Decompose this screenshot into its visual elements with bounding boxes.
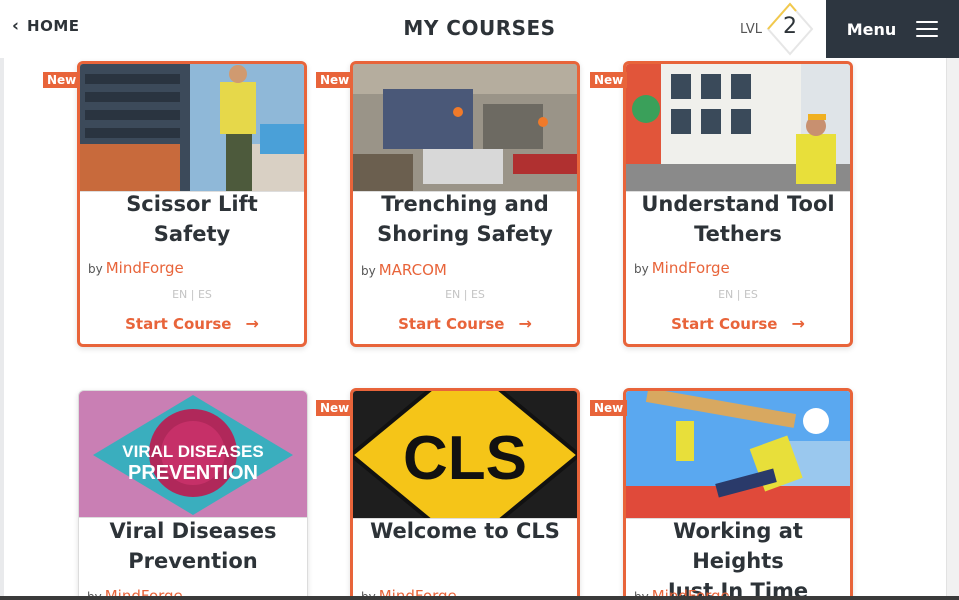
chevron-left-icon: ‹ [12, 16, 20, 36]
home-button[interactable]: ‹ HOME [12, 16, 80, 36]
course-card-working-heights[interactable]: Working at Heights Just In Time by MindFo… [623, 388, 853, 600]
course-thumbnail: CLS [353, 391, 577, 519]
new-badge: New [316, 400, 354, 416]
course-title: Trenching and Shoring Safety [377, 192, 553, 246]
course-thumbnail [80, 64, 304, 192]
level-diamond-icon: 2 [766, 0, 814, 58]
author-link[interactable]: MindForge [652, 259, 730, 277]
menu-button[interactable]: Menu [826, 0, 959, 58]
arrow-right-icon: → [518, 314, 532, 333]
course-author: by MARCOM [361, 261, 447, 279]
thumbnail-text-line2: PREVENTION [128, 462, 258, 484]
level-indicator: LVL 2 [740, 0, 814, 58]
bottom-edge [0, 596, 959, 600]
course-title: Welcome to CLS [370, 519, 560, 543]
course-thumbnail [626, 391, 850, 519]
course-title: Understand Tool Tethers [641, 192, 835, 246]
course-grid[interactable]: New Scissor Lift Safety by MindForge EN … [0, 58, 959, 600]
page-title: MY COURSES [403, 16, 556, 40]
course-thumbnail [353, 64, 577, 192]
course-card-viral-diseases[interactable]: VIRAL DISEASES PREVENTION Viral Diseases… [78, 390, 308, 600]
course-languages: EN | ES [172, 288, 212, 301]
start-course-button[interactable]: Start Course → [353, 314, 577, 333]
thumbnail-text: CLS [403, 424, 527, 493]
new-badge: New [316, 72, 354, 88]
course-card-welcome-cls[interactable]: CLS Welcome to CLS by MindForge [350, 388, 580, 600]
hamburger-icon [916, 21, 939, 37]
course-thumbnail [626, 64, 850, 192]
course-author: by MindForge [634, 259, 730, 277]
course-languages: EN | ES [445, 288, 485, 301]
course-title: Scissor Lift Safety [126, 192, 258, 246]
new-badge: New [43, 72, 81, 88]
course-card-scissor-lift[interactable]: Scissor Lift Safety by MindForge EN | ES … [77, 61, 307, 347]
new-badge: New [590, 400, 628, 416]
level-label: LVL [740, 21, 762, 37]
course-card-tool-tethers[interactable]: Understand Tool Tethers by MindForge EN |… [623, 61, 853, 347]
thumbnail-text-line1: VIRAL DISEASES [122, 442, 263, 461]
arrow-right-icon: → [245, 314, 259, 333]
arrow-right-icon: → [791, 314, 805, 333]
course-title: Viral Diseases Prevention [109, 519, 277, 573]
author-link[interactable]: MindForge [106, 259, 184, 277]
course-author: by MindForge [88, 259, 184, 277]
top-bar: ‹ HOME MY COURSES LVL 2 Menu [0, 0, 959, 58]
course-card-trenching[interactable]: Trenching and Shoring Safety by MARCOM EN… [350, 61, 580, 347]
start-course-button[interactable]: Start Course → [626, 314, 850, 333]
home-label: HOME [27, 17, 80, 35]
course-languages: EN | ES [718, 288, 758, 301]
new-badge: New [590, 72, 628, 88]
author-link[interactable]: MARCOM [379, 261, 447, 279]
course-thumbnail: VIRAL DISEASES PREVENTION [79, 391, 307, 518]
start-course-button[interactable]: Start Course → [80, 314, 304, 333]
menu-label: Menu [846, 19, 897, 39]
level-value: 2 [782, 14, 797, 39]
scrollbar[interactable] [946, 58, 959, 600]
